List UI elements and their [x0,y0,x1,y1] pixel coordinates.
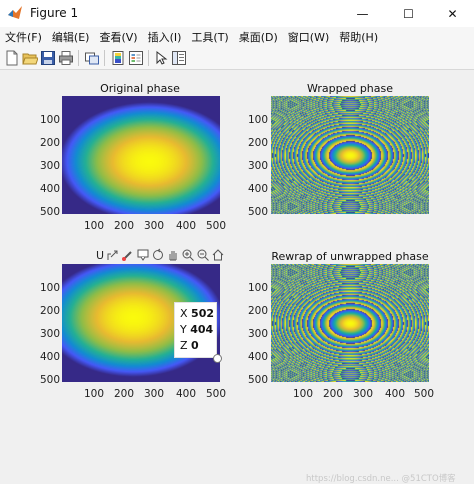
datatip-x-value: 502 [191,307,215,320]
datatip-z-label: Z [180,339,188,352]
ytick: 400 [248,351,269,363]
menu-insert[interactable]: 插入(I) [143,29,187,45]
menu-view[interactable]: 查看(V) [94,29,142,45]
xtick: 200 [114,388,135,400]
menu-desktop[interactable]: 桌面(D) [234,29,283,45]
axes-title-rewrap: Rewrap of unwrapped phase [271,250,429,263]
datatip-marker[interactable] [213,354,222,363]
ytick: 400 [248,183,269,195]
ytick: 500 [248,206,269,218]
datatip-icon[interactable] [136,248,150,262]
ytick: 100 [40,114,61,126]
xtick: 400 [176,388,197,400]
save-icon[interactable] [40,50,56,66]
xtick: 200 [323,388,344,400]
xtick: 500 [414,388,435,400]
zoom-in-icon[interactable] [181,248,195,262]
datatip-y-label: Y [180,323,187,336]
ytick: 300 [248,328,269,340]
ytick: 200 [40,305,61,317]
insert-legend-icon[interactable] [128,50,144,66]
toolbar-separator [104,50,105,66]
close-button[interactable]: ✕ [430,0,474,27]
data-tip[interactable]: X 502 Y 404 Z 0 [174,302,217,358]
ytick: 100 [248,114,269,126]
matlab-icon [8,6,22,19]
axes-toolbar: U [96,247,225,263]
wrapped-phase-plot[interactable] [271,96,429,214]
datatip-z-row: Z 0 [180,339,199,352]
ytick: 100 [248,282,269,294]
datatip-y-row: Y 404 [180,323,213,336]
xtick: 400 [385,388,406,400]
print-icon[interactable] [58,50,74,66]
export-icon[interactable] [106,248,120,262]
xtick: 400 [176,220,197,232]
maximize-button[interactable]: ☐ [386,0,431,27]
new-figure-icon[interactable] [4,50,20,66]
figure-toolbar [0,47,474,70]
menu-file[interactable]: 文件(F) [0,29,47,45]
ytick: 200 [248,305,269,317]
rewrap-phase-plot[interactable] [271,264,429,382]
ytick: 500 [248,374,269,386]
toolbar-separator [78,50,79,66]
axes-toolbar-label: U [96,248,105,262]
minimize-button[interactable]: — [340,0,385,27]
xtick: 300 [144,220,165,232]
original-phase-plot[interactable] [62,96,220,214]
xtick: 500 [206,220,227,232]
menu-bar: 文件(F) 编辑(E) 查看(V) 插入(I) 工具(T) 桌面(D) 窗口(W… [0,27,474,47]
toolbar-separator [148,50,149,66]
axes-title-wrapped: Wrapped phase [306,82,394,95]
menu-help[interactable]: 帮助(H) [334,29,383,45]
rotate-icon[interactable] [151,248,165,262]
figure-window: Figure 1 — ☐ ✕ 文件(F) 编辑(E) 查看(V) 插入(I) 工… [0,0,474,484]
datatip-x-row: X 502 [180,307,214,320]
xtick: 100 [84,220,105,232]
zoom-out-icon[interactable] [196,248,210,262]
window-title: Figure 1 [30,6,79,20]
xtick: 500 [206,388,227,400]
pan-icon[interactable] [166,248,180,262]
menu-edit[interactable]: 编辑(E) [47,29,95,45]
datatip-y-value: 404 [190,323,214,336]
ytick: 400 [40,183,61,195]
xtick: 300 [144,388,165,400]
title-bar: Figure 1 — ☐ ✕ [0,0,474,27]
ytick: 100 [40,282,61,294]
ytick: 300 [40,328,61,340]
edit-plot-arrow-icon[interactable] [153,50,169,66]
property-inspector-icon[interactable] [171,50,187,66]
watermark: https://blog.csdn.ne... @51CTO博客 [306,474,456,484]
xtick: 300 [353,388,374,400]
menu-tools[interactable]: 工具(T) [186,29,233,45]
insert-colorbar-icon[interactable] [110,50,126,66]
xtick: 100 [84,388,105,400]
ytick: 500 [40,206,61,218]
brush-icon[interactable] [121,248,135,262]
xtick: 200 [114,220,135,232]
xtick: 100 [293,388,314,400]
ytick: 400 [40,351,61,363]
ytick: 200 [40,137,61,149]
axes-title-original: Original phase [100,82,180,95]
datatip-x-label: X [180,307,188,320]
link-plot-icon[interactable] [84,50,100,66]
menu-window[interactable]: 窗口(W) [283,29,334,45]
open-file-icon[interactable] [22,50,38,66]
ytick: 500 [40,374,61,386]
datatip-z-value: 0 [191,339,199,352]
figure-canvas: Original phase 100 200 300 400 500 100 2… [0,70,474,484]
ytick: 300 [248,160,269,172]
ytick: 200 [248,137,269,149]
home-icon[interactable] [211,248,225,262]
ytick: 300 [40,160,61,172]
